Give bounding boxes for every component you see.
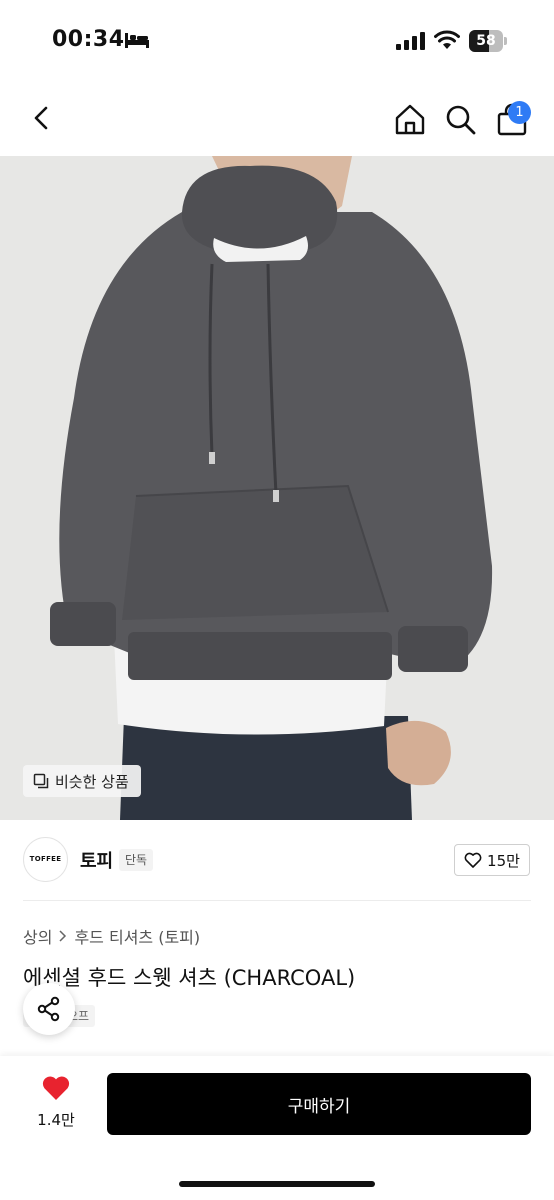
search-button[interactable] — [443, 102, 479, 138]
divider — [23, 900, 531, 901]
brand-name[interactable]: 토피 — [80, 847, 113, 873]
status-bar: 00:34 58 — [0, 0, 554, 80]
similar-icon — [33, 773, 49, 789]
wifi-icon — [434, 30, 460, 49]
product-image[interactable] — [0, 156, 554, 820]
breadcrumb-item[interactable]: 상의 — [23, 924, 52, 948]
similar-products-button[interactable]: 비슷한 상품 — [23, 765, 141, 797]
heart-filled-icon — [42, 1076, 70, 1100]
home-indicator — [179, 1181, 375, 1187]
home-icon — [395, 104, 425, 135]
buy-button[interactable]: 구매하기 — [107, 1073, 531, 1135]
top-nav-bar — [0, 80, 554, 156]
brand-like-button[interactable]: 15만 — [454, 844, 530, 876]
brand-row: TOFFEE 토피 단독 15만 — [0, 820, 554, 900]
similar-products-label: 비슷한 상품 — [55, 772, 129, 791]
product-like-count: 1.4만 — [37, 1111, 75, 1129]
brand-like-count: 15만 — [487, 851, 520, 870]
cart-count-badge: 1 — [508, 101, 531, 124]
status-time: 00:34 — [52, 27, 125, 52]
brand-logo[interactable]: TOFFEE — [23, 837, 68, 882]
share-icon — [37, 996, 60, 1022]
share-button[interactable] — [23, 983, 75, 1035]
product-title: 에센셜 후드 스웻 셔츠 (CHARCOAL) — [23, 966, 356, 990]
back-icon — [34, 106, 48, 130]
bottom-purchase-bar: 1.4만 구매하기 — [0, 1056, 554, 1200]
product-photo — [0, 156, 554, 820]
chevron-right-icon — [59, 930, 67, 942]
product-like-button[interactable]: 1.4만 — [28, 1074, 84, 1138]
battery-indicator: 58 — [469, 30, 507, 52]
exclusive-badge: 단독 — [119, 849, 154, 871]
heart-outline-icon — [464, 852, 482, 868]
signal-icon — [396, 32, 425, 50]
breadcrumb-item[interactable]: 후드 티셔츠 (토피) — [74, 924, 200, 948]
home-button[interactable] — [392, 102, 428, 138]
search-icon — [446, 105, 476, 135]
bed-icon — [125, 33, 149, 48]
breadcrumb: 상의 후드 티셔츠 (토피) — [23, 924, 200, 948]
back-button[interactable] — [24, 100, 60, 136]
battery-level: 58 — [476, 33, 496, 49]
